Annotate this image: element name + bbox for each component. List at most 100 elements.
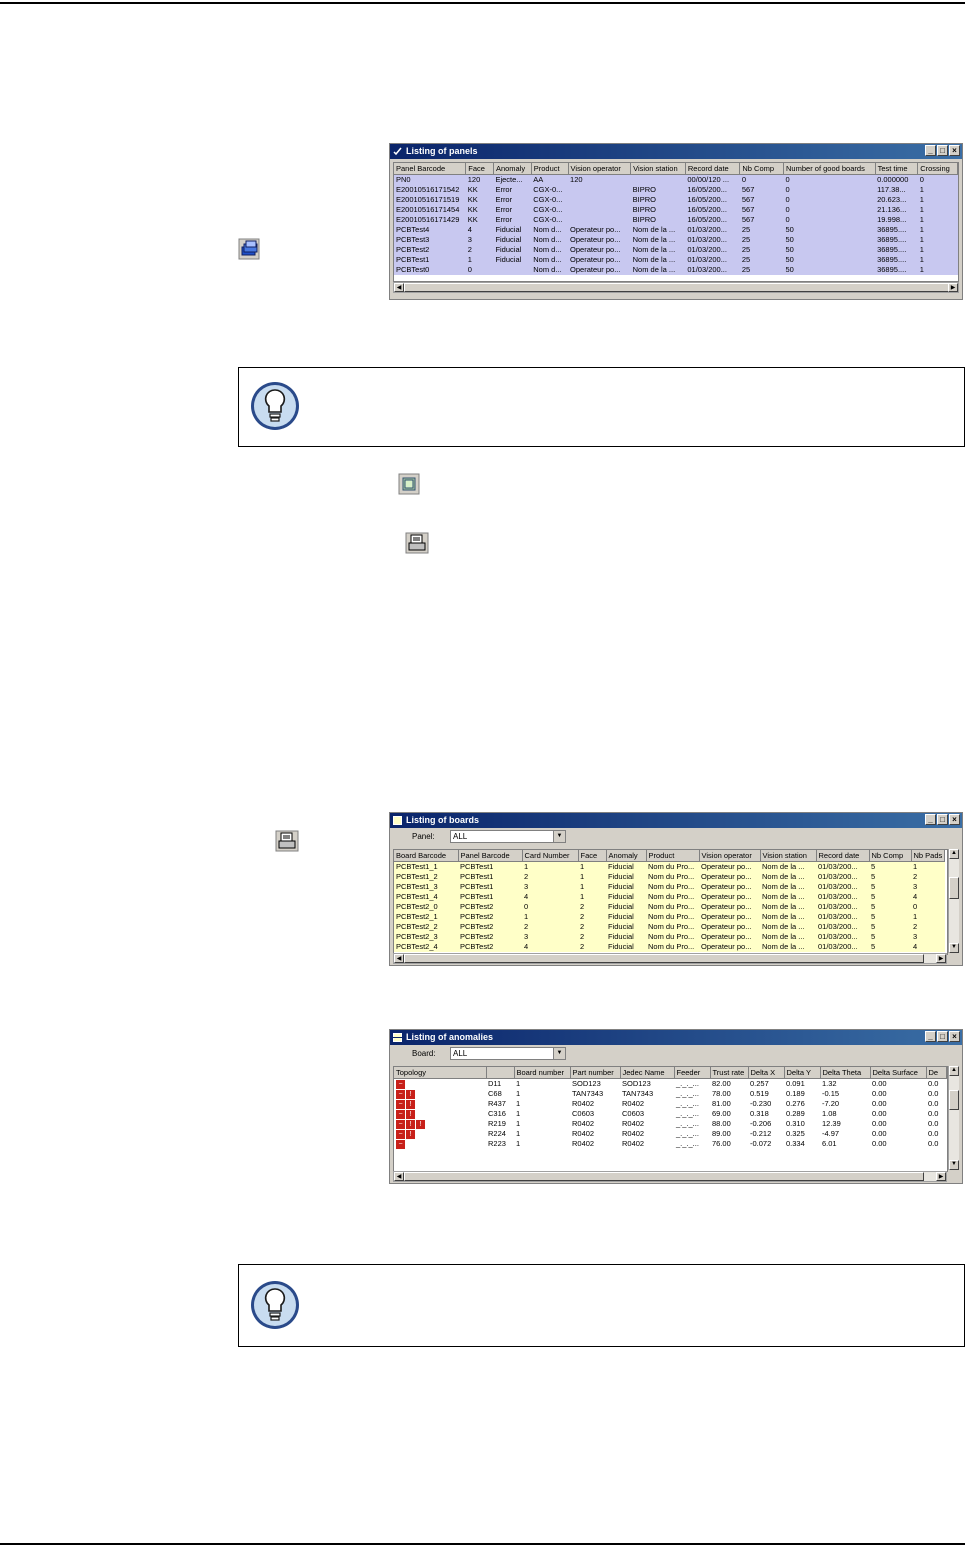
panels-grid[interactable]: Panel Barcode Face Anomaly Product Vision op… [393, 162, 959, 282]
panels-listing-icon[interactable] [238, 238, 260, 260]
column-header[interactable]: Nb Comp [869, 850, 912, 862]
scroll-up-button[interactable]: ▲ [949, 849, 959, 859]
column-header[interactable]: Anomaly [606, 850, 647, 862]
column-header[interactable]: Record date [685, 163, 741, 175]
panel-filter-select[interactable]: ALL ▼ [450, 830, 566, 843]
table-row[interactable]: E20010516171542 KK Error CGX-0... BIPRO 16/05… [394, 185, 958, 195]
table-row[interactable]: −! R224 1 R0402 R0402 _._._... 89.00 -0.212 0.32… [394, 1129, 946, 1139]
table-row[interactable]: PCBTest0 0 Nom d... Operateur po... Nom de l… [394, 265, 958, 275]
anomalies-hscrollbar[interactable]: ◀ ▶ [393, 1171, 947, 1182]
table-row[interactable]: PCBTest3 3 Fiducial Nom d... Operateur po...… [394, 235, 958, 245]
column-header[interactable]: Delta Y [784, 1067, 821, 1079]
table-row[interactable]: E20010516171429 KK Error CGX-0... BIPRO 16/05… [394, 215, 958, 225]
table-row[interactable]: PCBTest1_4 PCBTest1 4 1 Fiducial Nom du Pro..… [394, 892, 945, 902]
table-row[interactable]: PCBTest1_2 PCBTest1 2 1 Fiducial Nom du Pro..… [394, 872, 945, 882]
table-row[interactable]: PCBTest2_1 PCBTest2 1 2 Fiducial Nom du Pro..… [394, 912, 945, 922]
print-icon[interactable] [405, 532, 429, 554]
table-row[interactable]: PN0 120 Ejecte... AA 120 00/00/120 ... 0 0 0.000… [394, 175, 958, 186]
column-header[interactable]: Card Number [522, 850, 579, 862]
maximize-button[interactable]: □ [937, 1031, 948, 1042]
anomalies-window-titlebar[interactable]: Listing of anomalies _ □ × [390, 1030, 962, 1045]
table-row[interactable]: −! R437 1 R0402 R0402 _._._... 81.00 -0.230 0.27… [394, 1099, 946, 1109]
column-header[interactable]: Delta Theta [820, 1067, 871, 1079]
column-header[interactable]: Delta Surface [870, 1067, 927, 1079]
column-header[interactable]: Anomaly [493, 163, 532, 175]
table-row[interactable]: −! C68 1 TAN7343 TAN7343 _._._... 78.00 0.519 0.… [394, 1089, 946, 1099]
scroll-right-button[interactable]: ▶ [936, 1172, 946, 1181]
scroll-thumb[interactable] [404, 1172, 924, 1181]
column-header[interactable]: Record date [816, 850, 870, 862]
scroll-left-button[interactable]: ◀ [394, 283, 404, 292]
minimize-button[interactable]: _ [925, 1031, 936, 1042]
column-header[interactable]: Vision operator [699, 850, 761, 862]
chevron-down-icon[interactable]: ▼ [553, 1048, 565, 1059]
column-header[interactable]: Topology [394, 1067, 487, 1079]
panels-window-titlebar[interactable]: Listing of panels _ □ × [390, 144, 962, 159]
minimize-button[interactable]: _ [925, 145, 936, 156]
close-button[interactable]: × [949, 814, 960, 825]
anomalies-grid[interactable]: Topology Board number Part number Jedec Nam… [393, 1066, 948, 1172]
table-row[interactable]: PCBTest1_1 PCBTest1 1 1 Fiducial Nom du Pro..… [394, 862, 945, 873]
table-row[interactable]: −! C316 1 C0603 C0603 _._._... 69.00 0.318 0.289… [394, 1109, 946, 1119]
scroll-right-button[interactable]: ▶ [948, 283, 958, 292]
column-header[interactable]: Test time [875, 163, 919, 175]
table-row[interactable]: PCBTest2 2 Fiducial Nom d... Operateur po...… [394, 245, 958, 255]
close-button[interactable]: × [949, 1031, 960, 1042]
column-header[interactable]: Panel Barcode [394, 163, 467, 175]
column-header[interactable]: Panel Barcode [458, 850, 523, 862]
column-header[interactable]: Vision operator [568, 163, 632, 175]
table-row[interactable]: − D11 1 SOD123 SOD123 _._._... 82.00 0.257 0.091… [394, 1079, 946, 1090]
chevron-down-icon[interactable]: ▼ [553, 831, 565, 842]
table-row[interactable]: PCBTest1_3 PCBTest1 3 1 Fiducial Nom du Pro..… [394, 882, 945, 892]
column-header[interactable]: Vision station [630, 163, 686, 175]
scroll-left-button[interactable]: ◀ [394, 954, 404, 963]
column-header[interactable]: Product [531, 163, 569, 175]
panels-hscrollbar[interactable]: ◀ ▶ [393, 282, 959, 293]
column-header[interactable]: Delta X [748, 1067, 785, 1079]
scroll-thumb[interactable] [949, 1090, 959, 1110]
boards-hscrollbar[interactable]: ◀ ▶ [393, 953, 947, 964]
table-row[interactable]: PCBTest1 1 Fiducial Nom d... Operateur po...… [394, 255, 958, 265]
boards-window-titlebar[interactable]: Listing of boards _ □ × [390, 813, 962, 828]
column-header[interactable]: Trust rate [710, 1067, 749, 1079]
maximize-button[interactable]: □ [937, 145, 948, 156]
table-row[interactable]: E20010516171519 KK Error CGX-0... BIPRO 16/05… [394, 195, 958, 205]
board-filter-select[interactable]: ALL ▼ [450, 1047, 566, 1060]
scroll-left-button[interactable]: ◀ [394, 1172, 404, 1181]
table-row[interactable]: −!! R219 1 R0402 R0402 _._._... 88.00 -0.206 0.3… [394, 1119, 946, 1129]
scroll-right-button[interactable]: ▶ [936, 954, 946, 963]
table-row[interactable]: PCBTest2_3 PCBTest2 3 2 Fiducial Nom du Pro..… [394, 932, 945, 942]
table-row[interactable]: PCBTest2_4 PCBTest2 4 2 Fiducial Nom du Pro..… [394, 942, 945, 952]
minimize-button[interactable]: _ [925, 814, 936, 825]
column-header[interactable]: Number of good boards [783, 163, 876, 175]
column-header[interactable] [486, 1067, 515, 1079]
column-header[interactable]: Feeder [674, 1067, 711, 1079]
column-header[interactable]: Part number [570, 1067, 621, 1079]
column-header[interactable]: De [926, 1067, 947, 1079]
column-header[interactable]: Jedec Name [620, 1067, 675, 1079]
column-header[interactable]: Nb Comp [739, 163, 785, 175]
column-header[interactable]: Board Barcode [394, 850, 459, 862]
column-header[interactable]: Face [578, 850, 607, 862]
scroll-up-button[interactable]: ▲ [949, 1066, 959, 1076]
close-button[interactable]: × [949, 145, 960, 156]
scroll-thumb[interactable] [404, 283, 949, 292]
column-header[interactable]: Crossing [917, 163, 958, 175]
window-toggle-icon[interactable] [398, 473, 420, 495]
scroll-thumb[interactable] [404, 954, 924, 963]
column-header[interactable]: Product [646, 850, 700, 862]
table-row[interactable]: PCBTest2_0 PCBTest2 0 2 Fiducial Nom du Pro..… [394, 902, 945, 912]
column-header[interactable]: Vision station [760, 850, 817, 862]
column-header[interactable]: Board number [514, 1067, 571, 1079]
table-row[interactable]: PCBTest4 4 Fiducial Nom d... Operateur po...… [394, 225, 958, 235]
maximize-button[interactable]: □ [937, 814, 948, 825]
scroll-thumb[interactable] [949, 877, 959, 899]
table-row[interactable]: − R223 1 R0402 R0402 _._._... 76.00 -0.072 0.334… [394, 1139, 946, 1149]
scroll-down-button[interactable]: ▼ [949, 943, 959, 953]
anomalies-vscrollbar[interactable]: ▲ ▼ [948, 1066, 959, 1170]
print-icon[interactable] [275, 830, 299, 852]
boards-vscrollbar[interactable]: ▲ ▼ [948, 849, 959, 953]
column-header[interactable]: Nb Pads [911, 850, 946, 862]
table-row[interactable]: E20010516171454 KK Error CGX-0... BIPRO 16/05… [394, 205, 958, 215]
column-header[interactable]: Face [465, 163, 494, 175]
